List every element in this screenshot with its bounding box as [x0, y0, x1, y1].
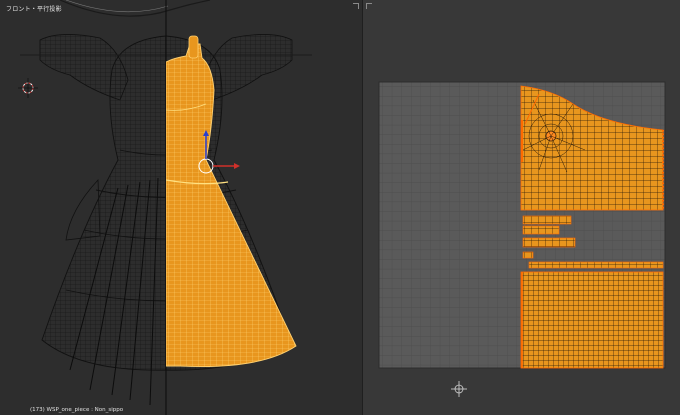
blender-window: フロント・平行投影 (173) WSP_one_piece : Non_sipp… — [0, 0, 680, 415]
uv-editor[interactable] — [363, 0, 680, 415]
3d-viewport[interactable]: フロント・平行投影 (173) WSP_one_piece : Non_sipp… — [0, 0, 362, 415]
view-mode-label: フロント・平行投影 — [6, 6, 62, 13]
strap-mesh — [188, 35, 199, 59]
uv-island-skirt[interactable] — [520, 271, 664, 369]
mesh-edge-arc — [59, 0, 211, 17]
2d-cursor-crosshair-icon[interactable] — [451, 381, 467, 397]
3d-cursor-crosshair-icon[interactable] — [18, 78, 38, 98]
object-status-label: (173) WSP_one_piece : Non_sippo — [30, 407, 124, 413]
dress-mesh-canvas[interactable] — [0, 0, 362, 415]
uv-canvas[interactable] — [363, 0, 680, 415]
area-split-corner-icon[interactable] — [352, 2, 360, 10]
